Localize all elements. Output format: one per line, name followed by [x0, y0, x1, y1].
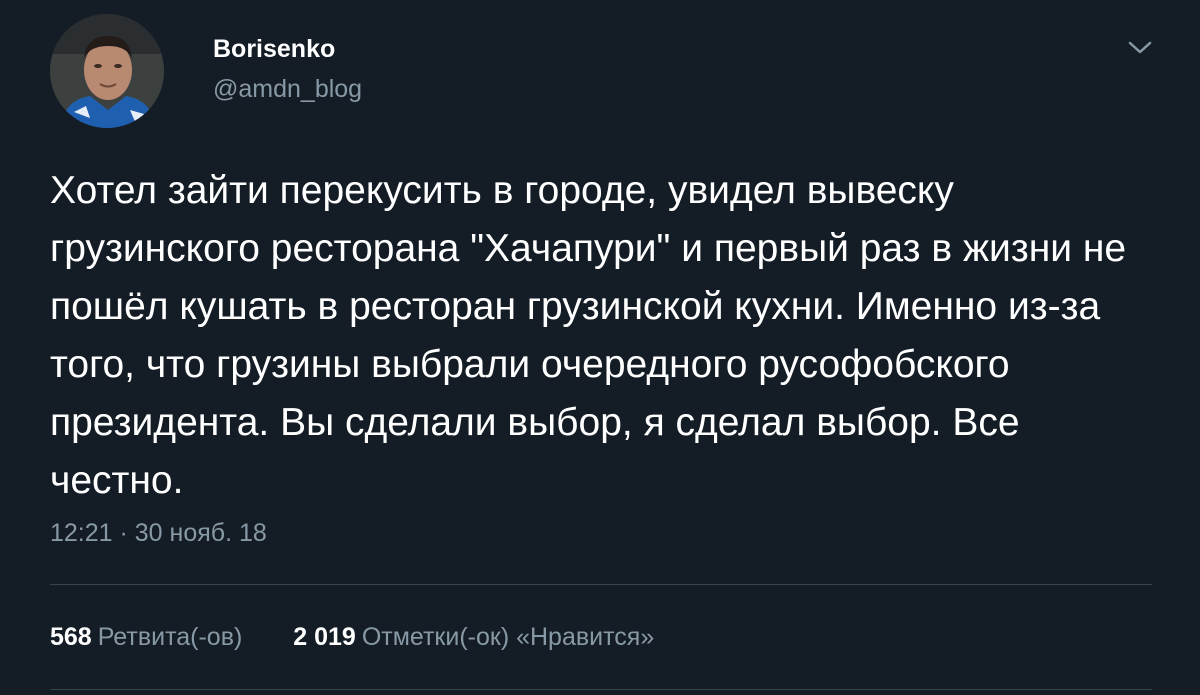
tweet-stats: 568 Ретвита(-ов) 2 019 Отметки(-ок) «Нрави…: [50, 622, 654, 652]
chevron-down-icon[interactable]: [1127, 40, 1153, 56]
likes-label: Отметки(-ок) «Нравится»: [361, 623, 655, 651]
divider: [50, 689, 1152, 690]
author-block[interactable]: Borisenko @amdn_blog: [213, 34, 362, 104]
divider: [50, 584, 1152, 585]
tweet-text: Хотел зайти перекусить в городе, увидел …: [50, 169, 1127, 502]
tweet-card: Borisenko @amdn_blog Хотел зайти перекус…: [0, 0, 1200, 695]
likes-stat[interactable]: 2 019 Отметки(-ок) «Нравится»: [293, 622, 654, 652]
likes-count: 2 019: [293, 623, 356, 651]
author-handle[interactable]: @amdn_blog: [213, 74, 362, 104]
avatar-photo-icon: [50, 14, 164, 128]
retweets-label: Ретвита(-ов): [97, 623, 243, 651]
avatar[interactable]: [50, 14, 164, 128]
author-display-name[interactable]: Borisenko: [213, 34, 362, 64]
retweets-count: 568: [50, 623, 92, 651]
tweet-timestamp[interactable]: 12:21 · 30 нояб. 18: [50, 518, 267, 548]
retweets-stat[interactable]: 568 Ретвита(-ов): [50, 622, 242, 652]
